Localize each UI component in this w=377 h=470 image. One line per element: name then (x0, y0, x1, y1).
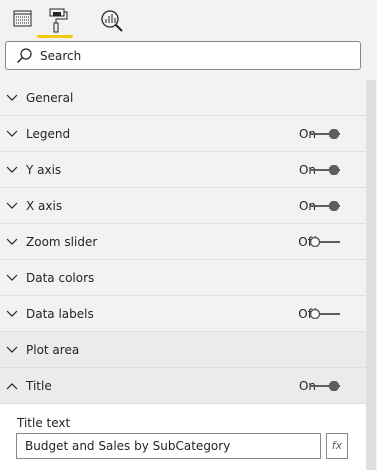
title-section-body: Title text Budget and Sales by SubCatego… (0, 404, 366, 470)
chevron-down-icon (6, 238, 18, 245)
toggle-switch[interactable] (310, 237, 340, 247)
chevron-down-icon (6, 166, 18, 173)
analytics-magnifier-icon (101, 10, 123, 32)
chevron-down-icon (6, 130, 18, 137)
section-label: Plot area (26, 343, 80, 357)
active-tab-indicator (37, 35, 73, 38)
section-label: Title (26, 379, 52, 393)
section-label: General (26, 91, 74, 105)
tab-fields[interactable] (8, 6, 36, 34)
chevron-down-icon (6, 310, 18, 317)
format-sections: General Legend On Y axis On X axis On Zoom slid… (0, 80, 366, 410)
section-data-colors[interactable]: Data colors (0, 260, 366, 296)
title-text-label: Title text (17, 416, 71, 430)
tab-format[interactable] (34, 6, 76, 38)
paint-roller-icon (49, 8, 68, 33)
title-text-input[interactable]: Budget and Sales by SubCategory (16, 433, 321, 459)
chevron-down-icon (6, 94, 18, 101)
section-label: Zoom slider (26, 235, 98, 249)
section-title[interactable]: Title On (0, 368, 366, 404)
chevron-down-icon (6, 274, 18, 281)
toggle-switch[interactable] (310, 309, 340, 319)
section-zoom-slider[interactable]: Zoom slider Off (0, 224, 366, 260)
section-label: Data colors (26, 271, 95, 285)
section-label: X axis (26, 199, 63, 213)
scrollbar[interactable] (366, 80, 376, 470)
section-label: Data labels (26, 307, 94, 321)
chevron-down-icon (6, 202, 18, 209)
tab-analytics[interactable] (98, 6, 126, 34)
toggle-switch[interactable] (310, 129, 340, 139)
section-data-labels[interactable]: Data labels Off (0, 296, 366, 332)
fx-button[interactable]: fx (326, 433, 348, 459)
section-label: Legend (26, 127, 71, 141)
section-legend[interactable]: Legend On (0, 116, 366, 152)
search-box[interactable]: Search (5, 41, 361, 70)
chevron-down-icon (6, 346, 18, 353)
chevron-up-icon (6, 383, 18, 390)
toggle-switch[interactable] (310, 381, 340, 391)
section-label: Y axis (26, 163, 62, 177)
search-placeholder: Search (40, 49, 82, 63)
fields-grid-icon (13, 10, 32, 27)
section-x-axis[interactable]: X axis On (0, 188, 366, 224)
toggle-switch[interactable] (310, 165, 340, 175)
visualizations-tabs (0, 0, 377, 40)
section-plot-area[interactable]: Plot area (0, 332, 366, 368)
section-general[interactable]: General (0, 80, 366, 116)
search-icon (17, 48, 32, 63)
section-y-axis[interactable]: Y axis On (0, 152, 366, 188)
toggle-switch[interactable] (310, 201, 340, 211)
